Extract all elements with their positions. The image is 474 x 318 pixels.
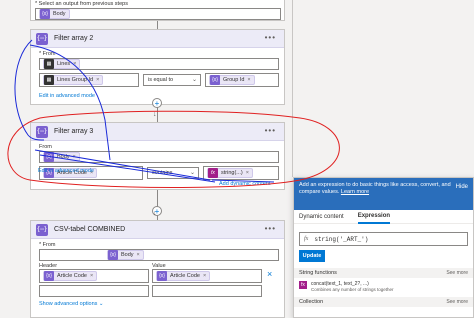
more-options-icon[interactable]: •••	[265, 224, 276, 233]
edit-advanced-mode-link[interactable]: Edit in advanced mode	[39, 93, 95, 99]
filter-array-3-header[interactable]: {⋯} Filter array 3 •••	[31, 123, 284, 141]
curly-braces-icon: {⋯}	[36, 223, 48, 236]
csv-table-card: {⋯} CSV-tabel COMBINED ••• * From {x} Bod…	[30, 220, 285, 318]
op-icon: {x}	[210, 75, 220, 85]
insert-step-button[interactable]: +	[152, 98, 162, 108]
operator-select[interactable]: contains ⌄	[147, 167, 199, 179]
curly-braces-icon: {⋯}	[36, 32, 48, 45]
string-functions-section: String functions See more	[294, 268, 473, 278]
fx-icon: fx	[208, 168, 218, 178]
article-code-token[interactable]: {x} Article Code ×	[43, 271, 98, 281]
op-icon: {x}	[108, 250, 118, 260]
delete-row-icon[interactable]: ×	[267, 269, 272, 279]
body-token[interactable]: {x} Body ×	[43, 152, 80, 162]
op-icon: {x}	[44, 271, 54, 281]
function-description: Combines any number of strings together	[311, 287, 394, 292]
remove-token-icon[interactable]: ×	[73, 154, 76, 160]
fx-icon: fx	[299, 281, 307, 289]
arrow-down-icon: ↓	[153, 111, 157, 118]
more-options-icon[interactable]: •••	[265, 126, 276, 135]
expression-input[interactable]: fx string('_ART_')	[299, 232, 468, 246]
function-item-concat[interactable]: fx concat(text_1, text_2?, ...) Combines…	[294, 278, 473, 295]
right-operand-field[interactable]: fx string(...) ×	[203, 166, 279, 180]
from-field[interactable]: {x} Body ×	[39, 249, 279, 261]
update-button[interactable]: Update	[299, 250, 325, 262]
table-icon: ▦	[44, 59, 54, 69]
body-token[interactable]: {x} Body	[39, 9, 70, 19]
flow-designer-canvas: * Select an output from previous steps {…	[0, 0, 474, 318]
card-title: Filter array 2	[54, 35, 94, 42]
remove-token-icon[interactable]: ×	[90, 273, 93, 279]
see-more-link[interactable]: See more	[446, 299, 468, 305]
remove-token-icon[interactable]: ×	[203, 273, 206, 279]
from-label: From	[39, 144, 52, 150]
tab-expression[interactable]: Expression	[357, 210, 391, 224]
remove-token-icon[interactable]: ×	[137, 252, 140, 258]
edit-advanced-mode-link-3[interactable]: Edit in advanced mode	[38, 168, 94, 174]
chevron-down-icon: ⌄	[191, 77, 197, 83]
new-value-field[interactable]	[152, 285, 262, 297]
filter-array-2-card: {⋯} Filter array 2 ••• * From ▦ Lines × ▦ L…	[30, 29, 285, 105]
filter-array-3-card: {⋯} Filter array 3 ••• From {x} Body × {x}…	[30, 122, 285, 190]
dynamic-content-panel: Add an expression to do basic things lik…	[293, 177, 474, 318]
hide-button[interactable]: Hide	[456, 184, 468, 191]
remove-token-icon[interactable]: ×	[73, 61, 76, 67]
add-dynamic-content-link[interactable]: Add dynamic content	[219, 181, 270, 187]
tab-dynamic-content[interactable]: Dynamic content	[299, 211, 344, 223]
csv-table-header[interactable]: {⋯} CSV-tabel COMBINED •••	[31, 221, 284, 239]
lines-token[interactable]: ▦ Lines ×	[43, 59, 81, 69]
arrow-down-icon: ↓	[153, 210, 157, 217]
from-label: * From	[39, 242, 56, 248]
left-operand-field[interactable]: ▦ Lines Group Id ×	[39, 73, 139, 87]
string-expression-token[interactable]: fx string(...) ×	[207, 168, 253, 178]
header-field[interactable]: {x} Article Code ×	[39, 269, 149, 283]
card-title: CSV-tabel COMBINED	[54, 226, 126, 233]
panel-tabs: Dynamic content Expression	[294, 210, 473, 224]
select-output-field[interactable]: {x} Body	[35, 8, 281, 20]
select-output-label: * Select an output from previous steps	[35, 1, 128, 7]
op-icon: {x}	[44, 152, 54, 162]
remove-token-icon[interactable]: ×	[246, 170, 249, 176]
previous-step-card: * Select an output from previous steps {…	[30, 0, 285, 21]
chevron-down-icon: ⌄	[189, 170, 195, 176]
from-field[interactable]: {x} Body ×	[39, 151, 279, 163]
expression-text: string('_ART_')	[314, 235, 369, 243]
group-id-token[interactable]: {x} Group Id ×	[209, 75, 255, 85]
card-title: Filter array 3	[54, 128, 94, 135]
lines-group-id-token[interactable]: ▦ Lines Group Id ×	[43, 75, 104, 85]
see-more-link[interactable]: See more	[446, 270, 468, 276]
panel-banner-text: Add an expression to do basic things lik…	[299, 182, 451, 195]
show-advanced-options-link[interactable]: Show advanced options ⌄	[39, 301, 104, 307]
from-label: * From	[39, 51, 56, 57]
value-field[interactable]: {x} Article Code ×	[152, 269, 262, 283]
filter-array-2-header[interactable]: {⋯} Filter array 2 •••	[31, 30, 284, 48]
right-operand-field[interactable]: {x} Group Id ×	[205, 73, 279, 87]
remove-token-icon[interactable]: ×	[247, 77, 250, 83]
curly-braces-icon: {⋯}	[36, 125, 48, 138]
new-header-field[interactable]	[39, 285, 149, 297]
canvas-divider	[292, 0, 293, 177]
learn-more-link[interactable]: Learn more	[341, 189, 369, 195]
body-token[interactable]: {x} Body ×	[107, 250, 144, 260]
article-code-token[interactable]: {x} Article Code ×	[156, 271, 211, 281]
op-icon: {x}	[157, 271, 167, 281]
op-icon: {x}	[40, 9, 50, 19]
operator-select[interactable]: is equal to ⌄	[143, 74, 201, 86]
fx-icon: fx	[304, 236, 309, 242]
more-options-icon[interactable]: •••	[265, 33, 276, 42]
collection-section: Collection See more	[294, 297, 473, 307]
remove-token-icon[interactable]: ×	[96, 77, 99, 83]
from-field[interactable]: ▦ Lines ×	[39, 58, 279, 70]
table-icon: ▦	[44, 75, 54, 85]
panel-banner: Add an expression to do basic things lik…	[294, 178, 473, 210]
